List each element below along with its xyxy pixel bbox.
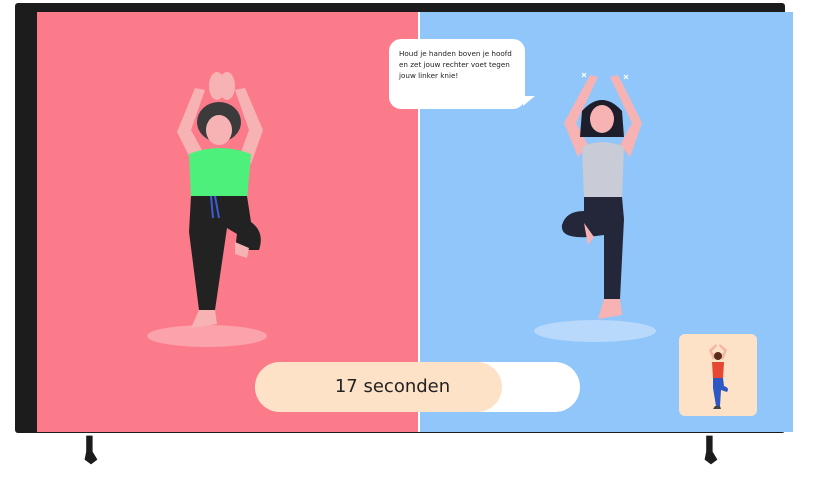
tv-stand-left [84, 435, 98, 465]
tv-stand-right [704, 435, 718, 465]
instruction-line-2: en zet jouw rechter voet tegen [399, 60, 510, 69]
pose-thumbnail-icon [709, 344, 728, 409]
instruction-bubble: Houd je handen boven je hoofd en zet jou… [389, 39, 525, 109]
user-tree-pose-figure [177, 72, 263, 328]
instruction-line-1: Houd je handen boven je hoofd [399, 49, 512, 58]
instructor-tree-pose-figure [561, 72, 642, 319]
timer-label: 17 seconden [334, 376, 451, 397]
tv-screen: Houd je handen boven je hoofd en zet jou… [37, 12, 793, 432]
tv-frame: Houd je handen boven je hoofd en zet jou… [15, 3, 793, 433]
instruction-line-3: jouw linker knie! [399, 71, 459, 80]
pose-thumbnail[interactable] [679, 334, 757, 416]
instruction-bubble-tail [523, 96, 535, 106]
timer-bar: 17 seconden [255, 362, 580, 412]
